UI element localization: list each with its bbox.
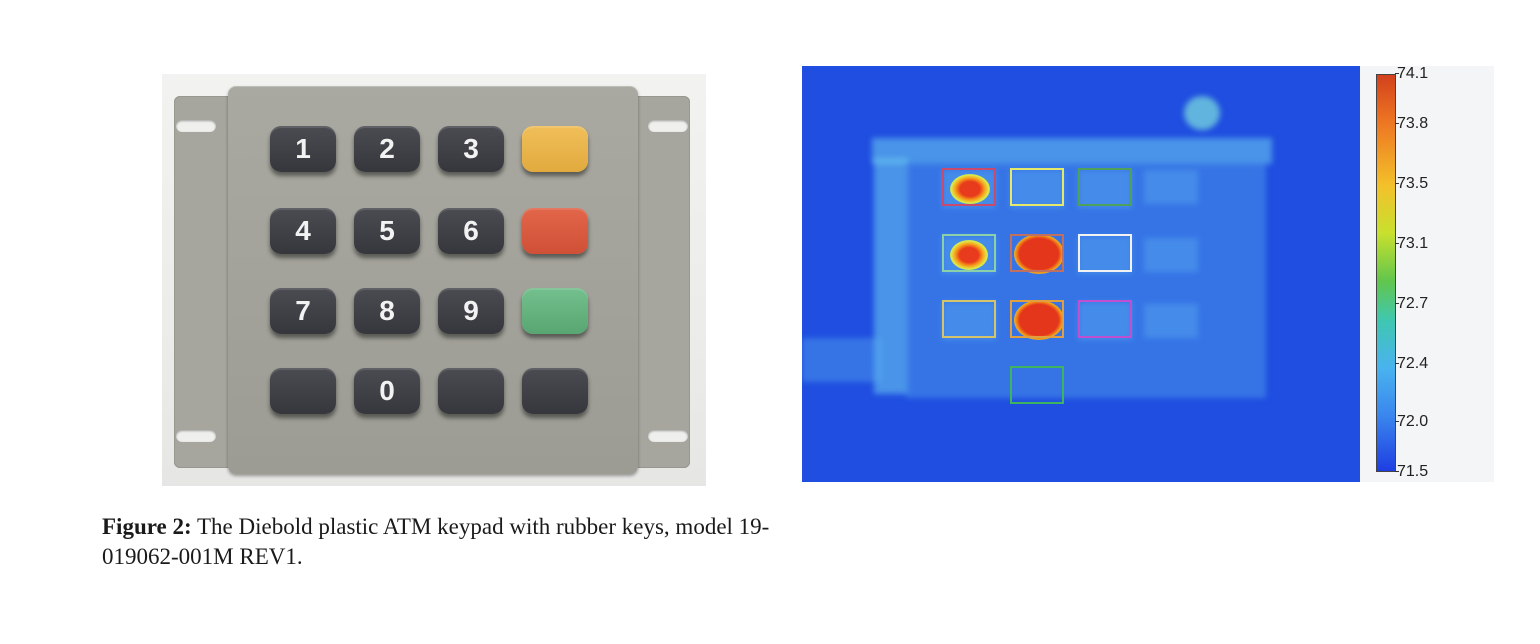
colorbar-tick-label: 73.8: [1394, 115, 1429, 132]
mounting-slot: [648, 120, 688, 132]
roi-key-6: [1078, 234, 1132, 272]
colorbar-tick-label: 72.4: [1394, 355, 1429, 372]
mounting-slot: [176, 430, 216, 442]
roi-key-0: [1010, 366, 1064, 404]
roi-key-2: [1010, 168, 1064, 206]
hand-residue-glow: [802, 338, 882, 382]
roi-key-3: [1078, 168, 1132, 206]
key-9[interactable]: 9: [438, 288, 504, 334]
roi-key-1: [942, 168, 996, 206]
figure-caption: Figure 2: The Diebold plastic ATM keypad…: [102, 512, 792, 572]
roi-key-4: [942, 234, 996, 272]
colorbar-tick-label: 74.1: [1394, 65, 1429, 82]
key-3[interactable]: 3: [438, 126, 504, 172]
temperature-colorbar: [1376, 74, 1396, 472]
key-2[interactable]: 2: [354, 126, 420, 172]
roi-key-8: [1010, 300, 1064, 338]
caption-label: Figure 2:: [102, 514, 192, 539]
keypad-outline-glow: [872, 138, 1272, 164]
key-1[interactable]: 1: [270, 126, 336, 172]
key-8[interactable]: 8: [354, 288, 420, 334]
key-5[interactable]: 5: [354, 208, 420, 254]
key-blank-dark-r4c1[interactable]: [270, 368, 336, 414]
colorbar-tick-label: 72.7: [1394, 295, 1429, 312]
key-0[interactable]: 0: [354, 368, 420, 414]
colorbar-tick-label: 71.5: [1394, 463, 1429, 480]
keypad-photo: 123 456 7890: [162, 74, 706, 486]
caption-text: The Diebold plastic ATM keypad with rubb…: [102, 514, 770, 569]
key-glow: [1144, 238, 1198, 272]
key-blank-red-r2c4[interactable]: [522, 208, 588, 254]
bracket-hotspot: [1184, 96, 1220, 130]
roi-key-5: [1010, 234, 1064, 272]
roi-key-9: [1078, 300, 1132, 338]
colorbar-tick-label: 73.1: [1394, 235, 1429, 252]
mounting-slot: [648, 430, 688, 442]
colorbar-tick-label: 72.0: [1394, 413, 1429, 430]
key-6[interactable]: 6: [438, 208, 504, 254]
mounting-slot: [176, 120, 216, 132]
key-glow: [1144, 170, 1198, 204]
key-7[interactable]: 7: [270, 288, 336, 334]
roi-key-7: [942, 300, 996, 338]
key-blank-dark-r4c3[interactable]: [438, 368, 504, 414]
key-blank-green-r3c4[interactable]: [522, 288, 588, 334]
key-4[interactable]: 4: [270, 208, 336, 254]
key-blank-dark-r4c4[interactable]: [522, 368, 588, 414]
thermal-image: [802, 66, 1360, 482]
key-glow: [1144, 304, 1198, 338]
colorbar-tick-label: 73.5: [1394, 175, 1429, 192]
key-blank-yellow-r1c4[interactable]: [522, 126, 588, 172]
